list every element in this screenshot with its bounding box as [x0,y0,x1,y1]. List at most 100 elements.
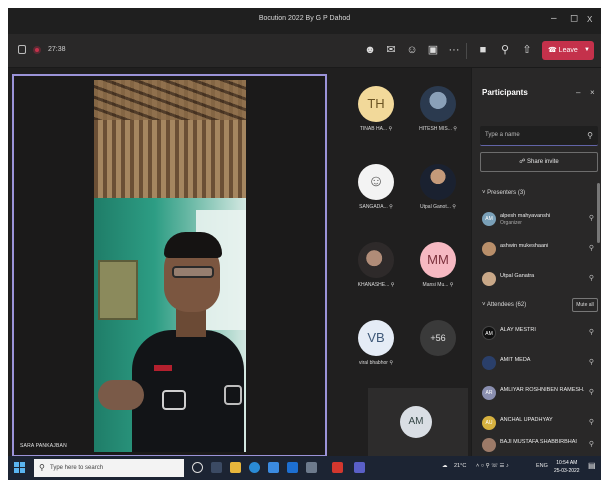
mail-icon[interactable] [287,462,298,473]
file-explorer-icon[interactable] [230,462,241,473]
phone-hangup-icon: ☎ [548,47,559,54]
avatar [420,164,456,200]
video-background-roof [94,80,246,120]
overflow-participants-tile[interactable]: +56 [408,312,468,378]
participant-tile[interactable]: MM Mansi Mu... ⚲ [408,234,468,300]
participants-icon[interactable]: ☻ [363,43,377,57]
avatar [482,242,496,256]
panel-title: Participants [482,88,528,97]
participant-name: alpesh mahyavanshi [500,213,551,219]
participant-tile[interactable]: HITESH MIS... ⚲ [408,78,468,144]
maximize-button[interactable]: ◻ [570,13,578,24]
avatar: ☺ [358,164,394,200]
notification-icon[interactable]: ▤ [588,461,596,470]
participant-tile[interactable]: Utpal Ganot... ⚲ [408,156,468,222]
participant-tile[interactable]: TH TINAB HA... ⚲ [346,78,406,144]
avatar [482,438,496,452]
mic-off-icon: ⚲ [588,359,594,366]
avatar [482,272,496,286]
share-invite-button[interactable]: ☍ Share invite [480,152,598,172]
teams-meeting-window: Bocution 2022 By G P Dahod – ◻ X 27:38 ☻… [8,8,601,456]
avatar: VB [358,320,394,356]
close-icon[interactable]: × [590,88,595,97]
participant-name: AMIT MEDA [500,357,531,363]
camera-off-icon[interactable]: ■ [476,43,490,57]
share-content-icon[interactable]: ⇧ [520,43,534,57]
more-options-icon[interactable]: ··· [447,43,461,57]
toolbar-divider [466,43,467,59]
cortana-icon[interactable] [192,462,203,473]
participant-tile[interactable]: ☺ SANGADA... ⚲ [346,156,406,222]
leave-button[interactable]: ☎ Leave ▼ [542,41,594,60]
app-icon[interactable] [306,462,317,473]
participant-name: BAJI MUSTAFA SHABBIRBHAI [500,439,577,445]
mute-all-button[interactable]: Mute all [572,298,598,312]
edge-icon[interactable] [249,462,260,473]
list-item[interactable]: ashwin mukeshaani ⚲ [478,238,600,260]
avatar [358,242,394,278]
language-indicator[interactable]: ENG [536,463,548,469]
shirt-patch [162,390,186,410]
minimize-button[interactable]: – [551,13,557,24]
search-placeholder: Type a name [485,132,520,138]
mic-off-icon: ⚲ [588,389,594,396]
list-item[interactable]: AM alpesh mahyavanshi Organizer ⚲ [478,208,600,230]
panel-scrollbar[interactable] [597,183,600,243]
meeting-timer: 27:38 [48,46,66,53]
participant-name: SANGADA... ⚲ [359,204,393,210]
close-button[interactable]: X [587,15,592,24]
speaker-name-tag: SARA PANKAJBAN [20,443,67,449]
taskbar-clock[interactable]: 10:54 AM 25-03-2022 [554,459,580,475]
reactions-icon[interactable]: ☺ [405,43,419,57]
list-item[interactable]: AM ALAY MESTRI ⚲ [478,322,600,344]
title-bar: Bocution 2022 By G P Dahod – ◻ X [8,8,601,34]
meeting-toolbar: 27:38 ☻ ✉ ☺ ▣ ··· ■ ⚲ ⇧ ☎ Leave ▼ [8,34,601,68]
mic-off-icon[interactable]: ⚲ [498,43,512,57]
temperature[interactable]: 21°C [454,463,466,469]
presenters-section-header[interactable]: ˅ Presenters (3) [482,190,525,196]
presenters-label: Presenters (3) [487,190,526,196]
taskbar-search-input[interactable]: ⚲ Type here to search [34,459,184,477]
weather-icon[interactable]: ☁ [442,463,448,469]
app-icon[interactable] [332,462,343,473]
windows-start-icon[interactable] [14,462,26,474]
self-view[interactable]: AM [368,388,468,456]
list-item[interactable]: AU ANCHAL UPADHYAY ⚲ [478,412,600,434]
mic-off-icon: ⚲ [588,419,594,426]
main-video-feed[interactable]: SARA PANKAJBAN [12,74,327,456]
avatar: AR [482,386,496,400]
avatar [482,356,496,370]
chat-icon[interactable]: ✉ [384,43,398,57]
list-item[interactable]: Utpal Ganatra ⚲ [478,268,600,290]
screenshot-frame: Bocution 2022 By G P Dahod – ◻ X 27:38 ☻… [0,0,601,480]
chevron-down-icon[interactable]: ▼ [584,41,590,60]
mic-off-icon: ⚲ [452,204,456,210]
clock-date: 25-03-2022 [554,468,580,474]
avatar: TH [358,86,394,122]
list-item[interactable]: AMIT MEDA ⚲ [478,352,600,374]
participant-tile[interactable]: KHANASHE... ⚲ [346,234,406,300]
view-icon[interactable]: ▣ [426,43,440,57]
shirt-tag [154,365,172,371]
mic-off-icon: ⚲ [388,126,393,132]
participant-search-input[interactable]: Type a name ⚲ [480,126,598,146]
list-item[interactable]: AR AMLIYAR ROSHNIBEN RAMESH... ⚲ [478,382,600,404]
list-item[interactable]: BAJI MUSTAFA SHABBIRBHAI ⚲ [478,434,600,456]
shield-icon [18,45,26,54]
task-view-icon[interactable] [211,462,222,473]
mic-off-icon: ⚲ [449,282,454,288]
attendees-label: Attendees (62) [486,302,527,308]
participant-name: TINAB HA... ⚲ [359,126,393,132]
participant-name: Utpal Ganatra [500,273,535,279]
attendees-section-header[interactable]: ˅ Attendees (62) [482,302,526,308]
mic-off-icon: ⚲ [389,204,393,210]
tray-icons[interactable]: ˄ ○ ⚲ ☏ ☰ ♪ [476,463,509,469]
teams-icon[interactable] [354,462,365,473]
participant-tile[interactable]: VB viral bhabhor ⚲ [346,312,406,378]
store-icon[interactable] [268,462,279,473]
participant-name: ALAY MESTRI [500,327,536,333]
pop-out-icon[interactable]: – [576,88,580,97]
mic-off-icon: ⚲ [588,441,594,448]
video-wall-poster [98,260,138,320]
window-title: Bocution 2022 By G P Dahod [258,15,351,22]
